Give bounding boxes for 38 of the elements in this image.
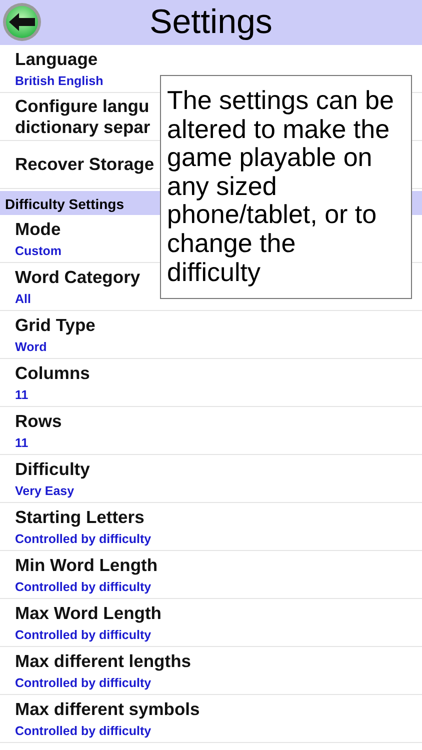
- setting-value: Controlled by difficulty: [15, 532, 152, 546]
- setting-value: All: [15, 292, 31, 306]
- setting-title: Grid Type: [15, 314, 96, 336]
- setting-value: Controlled by difficulty: [15, 580, 152, 594]
- settings-row[interactable]: Grid Type Word: [0, 311, 422, 359]
- setting-title: Recover Storage: [15, 154, 154, 175]
- setting-value: British English: [15, 74, 104, 88]
- setting-title: Columns: [15, 362, 90, 384]
- setting-title: Max different lengths: [15, 650, 191, 672]
- setting-value: 11: [15, 436, 28, 450]
- setting-title: Word Category: [15, 266, 140, 288]
- setting-value: Controlled by difficulty: [15, 724, 152, 738]
- settings-row[interactable]: Starting Letters Controlled by difficulty: [0, 503, 422, 551]
- settings-row[interactable]: Max Word Length Controlled by difficulty: [0, 599, 422, 647]
- setting-title: Language: [15, 48, 98, 70]
- settings-row[interactable]: Max different lengths Controlled by difficulty: [0, 647, 422, 695]
- setting-value: Custom: [15, 244, 62, 258]
- setting-value: Controlled by difficulty: [15, 676, 152, 690]
- setting-title: Min Word Length: [15, 554, 158, 576]
- back-button[interactable]: [2, 2, 42, 42]
- settings-row[interactable]: Max different symbols Controlled by difficulty: [0, 695, 422, 743]
- setting-title: Configure langu dictionary separ: [15, 96, 150, 137]
- settings-row[interactable]: Difficulty Very Easy: [0, 455, 422, 503]
- settings-row[interactable]: Columns 11: [0, 359, 422, 407]
- setting-title: Difficulty: [15, 458, 90, 480]
- setting-title: Max different symbols: [15, 698, 200, 720]
- screen-title: Settings: [150, 3, 272, 42]
- setting-value: Word: [15, 340, 47, 354]
- tooltip: The settings can be altered to make the game playable on any sized phone/tablet, or to change the difficulty: [160, 75, 412, 299]
- setting-value: Very Easy: [15, 484, 74, 498]
- setting-title: Max Word Length: [15, 602, 162, 624]
- settings-row[interactable]: Rows 11: [0, 407, 422, 455]
- setting-title: Mode: [15, 218, 61, 240]
- setting-value: Controlled by difficulty: [15, 628, 152, 642]
- setting-title: Rows: [15, 410, 62, 432]
- settings-row[interactable]: Min Word Length Controlled by difficulty: [0, 551, 422, 599]
- setting-value: 11: [15, 388, 28, 402]
- setting-title: Starting Letters: [15, 506, 144, 528]
